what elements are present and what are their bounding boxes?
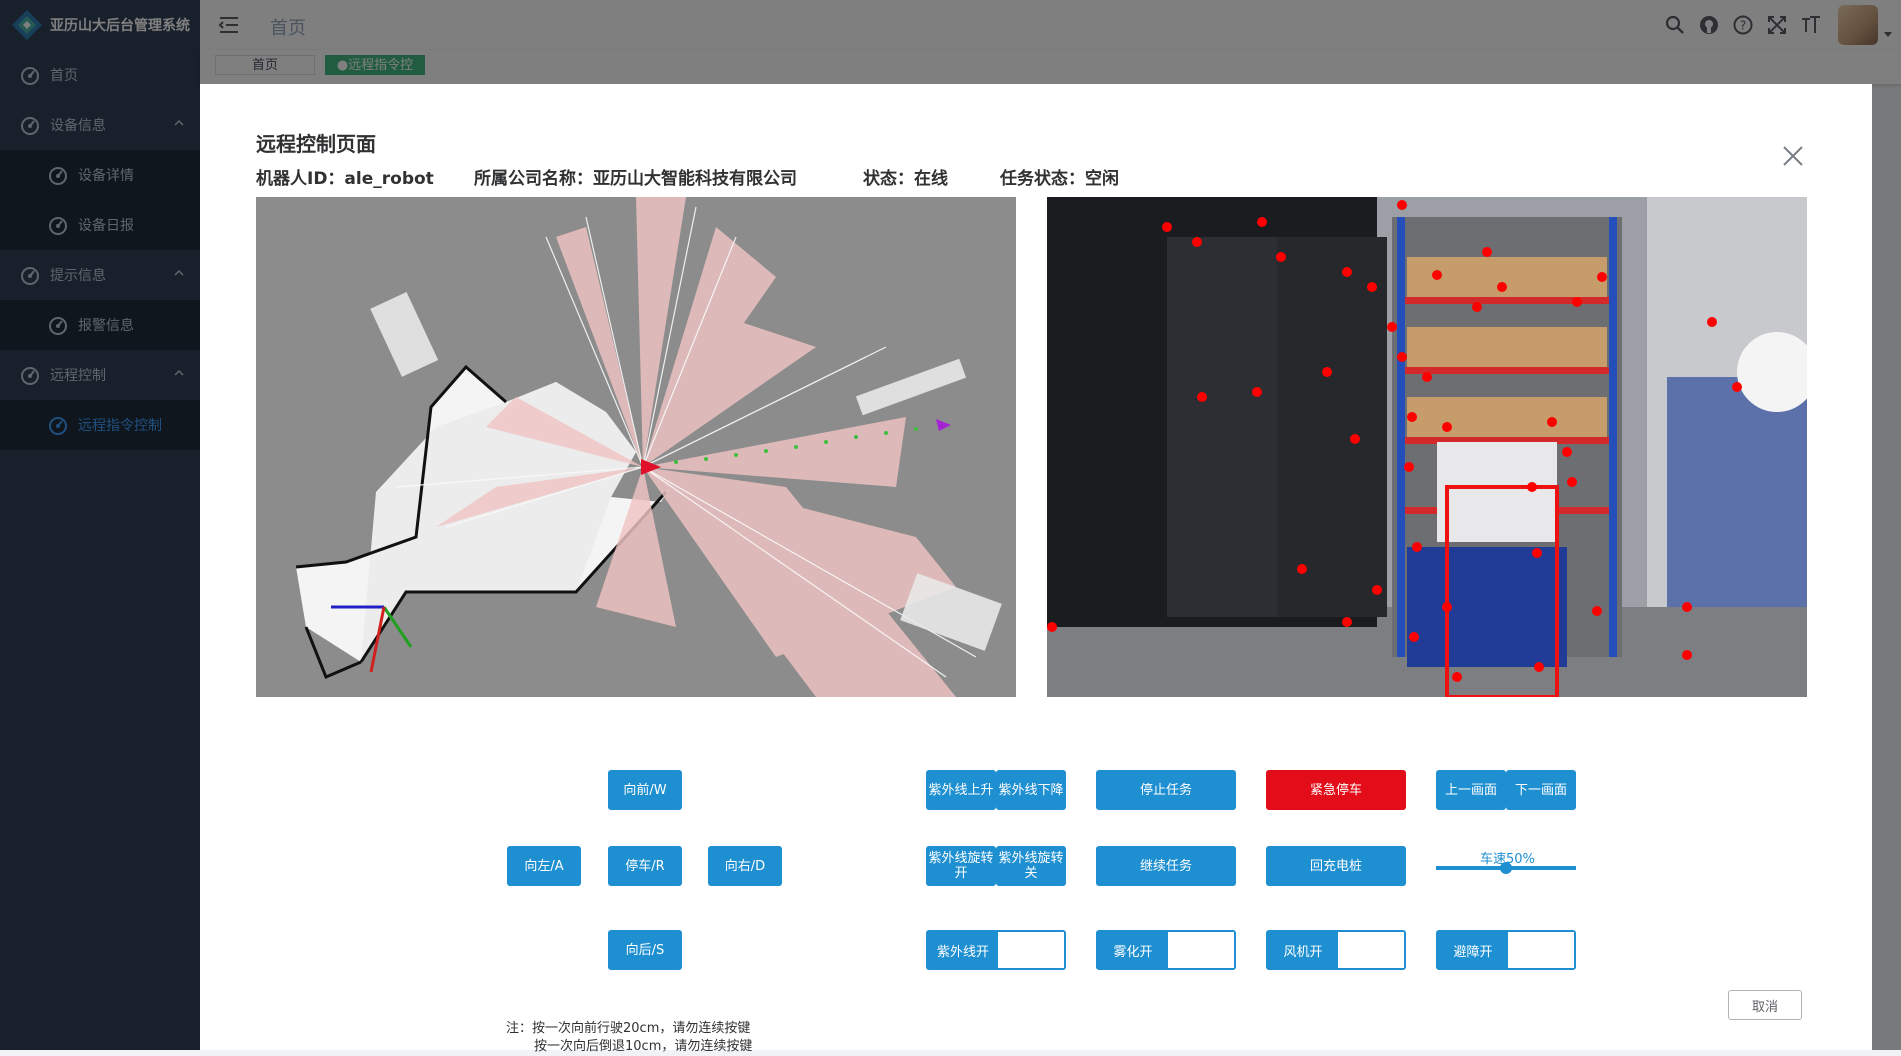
toggle-label: 紫外线开	[928, 932, 998, 968]
uv-toggle[interactable]: 紫外线开	[926, 930, 1066, 970]
task-status: 任务状态：空闲	[1000, 169, 1119, 189]
prev-screen-button[interactable]: 上一画面	[1436, 770, 1506, 810]
camera-frame	[1047, 197, 1807, 697]
cancel-button[interactable]: 取消	[1728, 990, 1802, 1020]
robot-status: 状态：在线	[863, 169, 948, 189]
fan-toggle[interactable]: 风机开	[1266, 930, 1406, 970]
note-line: 注：按一次向前行驶20cm，请勿连续按键	[506, 1021, 751, 1036]
toggle-label: 避障开	[1438, 932, 1508, 968]
stop-task-button[interactable]: 停止任务	[1096, 770, 1236, 810]
robot-id: 机器人ID：ale_robot	[256, 169, 434, 189]
uv-rotate-off-button[interactable]: 紫外线旋转关	[996, 846, 1066, 886]
uv-up-button[interactable]: 紫外线上升	[926, 770, 996, 810]
right-button[interactable]: 向右/D	[708, 846, 782, 886]
toggle-switch[interactable]	[1508, 932, 1574, 968]
usage-note: 注：按一次向前行驶20cm，请勿连续按键 按一次向后倒退10cm，请勿连续按键	[506, 1020, 752, 1056]
toggle-label: 雾化开	[1098, 932, 1168, 968]
toggle-label: 风机开	[1268, 932, 1338, 968]
emergency-stop-button[interactable]: 紧急停车	[1266, 770, 1406, 810]
avoid-toggle[interactable]: 避障开	[1436, 930, 1576, 970]
forward-button[interactable]: 向前/W	[608, 770, 682, 810]
map-canvas	[256, 197, 1016, 697]
stop-button[interactable]: 停车/R	[608, 846, 682, 886]
back-button[interactable]: 向后/S	[608, 930, 682, 970]
company-name: 所属公司名称：亚历山大智能科技有限公司	[474, 169, 797, 189]
slam-map-view[interactable]	[256, 197, 1016, 697]
toggle-switch[interactable]	[1338, 932, 1404, 968]
toggle-switch[interactable]	[998, 932, 1064, 968]
left-button[interactable]: 向左/A	[507, 846, 581, 886]
camera-view[interactable]	[1047, 197, 1807, 697]
close-icon[interactable]	[1782, 145, 1804, 167]
uv-down-button[interactable]: 紫外线下降	[996, 770, 1066, 810]
toggle-switch[interactable]	[1168, 932, 1234, 968]
note-line: 按一次向后倒退10cm，请勿连续按键	[534, 1039, 753, 1054]
speed-slider-handle[interactable]	[1500, 862, 1512, 874]
recharge-button[interactable]: 回充电桩	[1266, 846, 1406, 886]
uv-rotate-on-button[interactable]: 紫外线旋转开	[926, 846, 996, 886]
mist-toggle[interactable]: 雾化开	[1096, 930, 1236, 970]
dialog-title: 远程控制页面	[256, 132, 376, 156]
next-screen-button[interactable]: 下一画面	[1506, 770, 1576, 810]
continue-task-button[interactable]: 继续任务	[1096, 846, 1236, 886]
